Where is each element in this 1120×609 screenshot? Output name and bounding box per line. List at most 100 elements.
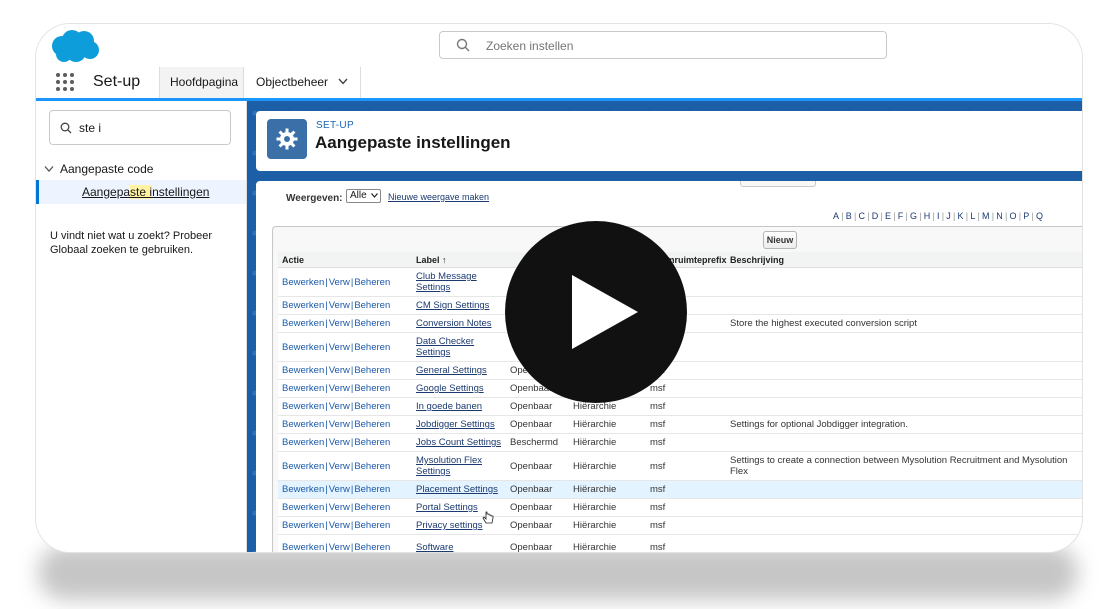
chevron-down-icon[interactable]: [338, 78, 348, 85]
edit-link[interactable]: Bewerken: [282, 502, 324, 513]
alphabet-letter[interactable]: D: [872, 211, 879, 221]
setting-link[interactable]: CM Sign Settings: [416, 300, 489, 311]
alphabet-letter[interactable]: L: [970, 211, 975, 221]
edit-link[interactable]: Bewerken: [282, 520, 324, 531]
edit-link[interactable]: Bewerken: [282, 401, 324, 412]
setup-search[interactable]: [439, 31, 887, 59]
delete-link[interactable]: Verw: [329, 520, 350, 531]
alphabet-separator: |: [941, 211, 945, 221]
alphabet-letter[interactable]: B: [846, 211, 852, 221]
search-input[interactable]: [484, 36, 868, 56]
alphabet-letter[interactable]: A: [833, 211, 839, 221]
setting-link[interactable]: Jobdigger Settings: [416, 419, 495, 430]
delete-link[interactable]: Verw: [329, 461, 350, 472]
manage-link[interactable]: Beheren: [354, 401, 390, 412]
tab-objectbeheer[interactable]: Objectbeheer: [246, 67, 361, 98]
edit-link[interactable]: Bewerken: [282, 342, 324, 353]
play-button[interactable]: [505, 221, 687, 403]
view-select[interactable]: Alle: [346, 189, 381, 203]
manage-link[interactable]: Beheren: [354, 300, 390, 311]
alphabet-letter[interactable]: Q: [1036, 211, 1043, 221]
manage-link[interactable]: Beheren: [354, 502, 390, 513]
edit-link[interactable]: Bewerken: [282, 365, 324, 376]
setting-link[interactable]: General Settings: [416, 365, 487, 376]
edit-link[interactable]: Bewerken: [282, 318, 324, 329]
delete-link[interactable]: Verw: [329, 484, 350, 495]
setting-link[interactable]: Placement Settings: [416, 484, 498, 495]
type-cell: Hiërarchie: [569, 433, 646, 452]
setting-link[interactable]: Jobs Count Settings: [416, 437, 501, 448]
alphabet-letter[interactable]: F: [898, 211, 904, 221]
quick-find-input[interactable]: [77, 120, 221, 136]
manage-link[interactable]: Beheren: [354, 318, 390, 329]
delete-link[interactable]: Verw: [329, 437, 350, 448]
delete-link[interactable]: Verw: [329, 542, 350, 552]
setting-link[interactable]: Conversion Notes: [416, 318, 492, 329]
setting-link[interactable]: Google Settings: [416, 383, 484, 394]
manage-link[interactable]: Beheren: [354, 342, 390, 353]
tree-child-link[interactable]: Aangepaste instellingen: [82, 185, 209, 199]
setting-link[interactable]: In goede banen: [416, 401, 482, 412]
manage-link[interactable]: Beheren: [354, 383, 390, 394]
alphabet-letter[interactable]: N: [996, 211, 1003, 221]
column-header[interactable]: Beschrijving: [726, 252, 1082, 268]
alphabet-letter[interactable]: O: [1010, 211, 1017, 221]
alphabet-letter[interactable]: I: [937, 211, 940, 221]
manage-link[interactable]: Beheren: [354, 520, 390, 531]
action-cell: Bewerken|Verw|Beheren: [278, 433, 412, 452]
chevron-down-icon[interactable]: [44, 165, 54, 173]
manage-link[interactable]: Beheren: [354, 365, 390, 376]
action-separator: |: [350, 401, 354, 412]
delete-link[interactable]: Verw: [329, 318, 350, 329]
alphabet-letter[interactable]: J: [946, 211, 951, 221]
alphabet-letter[interactable]: C: [859, 211, 866, 221]
app-launcher-icon[interactable]: [56, 73, 74, 91]
delete-link[interactable]: Verw: [329, 300, 350, 311]
manage-link[interactable]: Beheren: [354, 542, 390, 552]
delete-link[interactable]: Verw: [329, 365, 350, 376]
tab-hoofdpagina[interactable]: Hoofdpagina: [159, 67, 244, 98]
type-cell: Hiërarchie: [569, 498, 646, 517]
alphabet-separator: |: [1018, 211, 1022, 221]
edit-link[interactable]: Bewerken: [282, 383, 324, 394]
setting-link[interactable]: Club Message Settings: [416, 271, 477, 293]
edit-link[interactable]: Bewerken: [282, 542, 324, 552]
tree-item-aangepaste-code[interactable]: Aangepaste code: [44, 162, 153, 176]
alphabet-letter[interactable]: M: [982, 211, 990, 221]
edit-link[interactable]: Bewerken: [282, 419, 324, 430]
manage-link[interactable]: Beheren: [354, 461, 390, 472]
alphabet-letter[interactable]: P: [1023, 211, 1029, 221]
tree-item-aangepaste-instellingen[interactable]: Aangepaste instellingen: [36, 180, 246, 204]
edit-link[interactable]: Bewerken: [282, 277, 324, 288]
quick-find[interactable]: [49, 110, 231, 145]
manage-link[interactable]: Beheren: [354, 277, 390, 288]
column-header[interactable]: Actie: [278, 252, 412, 268]
delete-link[interactable]: Verw: [329, 383, 350, 394]
setting-link[interactable]: Data Checker Settings: [416, 336, 474, 358]
setting-link[interactable]: Software: [416, 542, 454, 552]
delete-link[interactable]: Verw: [329, 277, 350, 288]
alphabet-letter[interactable]: E: [885, 211, 891, 221]
delete-link[interactable]: Verw: [329, 342, 350, 353]
edit-link[interactable]: Bewerken: [282, 437, 324, 448]
edit-link[interactable]: Bewerken: [282, 300, 324, 311]
column-header[interactable]: Label ↑: [412, 252, 506, 268]
setting-link[interactable]: Mysolution Flex Settings: [416, 455, 482, 477]
setting-link[interactable]: Portal Settings: [416, 502, 478, 513]
action-cell: Bewerken|Verw|Beheren: [278, 296, 412, 315]
manage-link[interactable]: Beheren: [354, 484, 390, 495]
edit-link[interactable]: Bewerken: [282, 461, 324, 472]
setting-link[interactable]: Privacy settings: [416, 520, 483, 531]
delete-link[interactable]: Verw: [329, 401, 350, 412]
manage-link[interactable]: Beheren: [354, 437, 390, 448]
new-button[interactable]: Nieuw: [763, 231, 797, 249]
delete-link[interactable]: Verw: [329, 502, 350, 513]
top-button[interactable]: [740, 181, 816, 187]
manage-link[interactable]: Beheren: [354, 419, 390, 430]
delete-link[interactable]: Verw: [329, 419, 350, 430]
alphabet-letter[interactable]: G: [910, 211, 917, 221]
edit-link[interactable]: Bewerken: [282, 484, 324, 495]
new-view-link[interactable]: Nieuwe weergave maken: [388, 192, 489, 202]
alphabet-letter[interactable]: K: [958, 211, 964, 221]
alphabet-letter[interactable]: H: [924, 211, 931, 221]
